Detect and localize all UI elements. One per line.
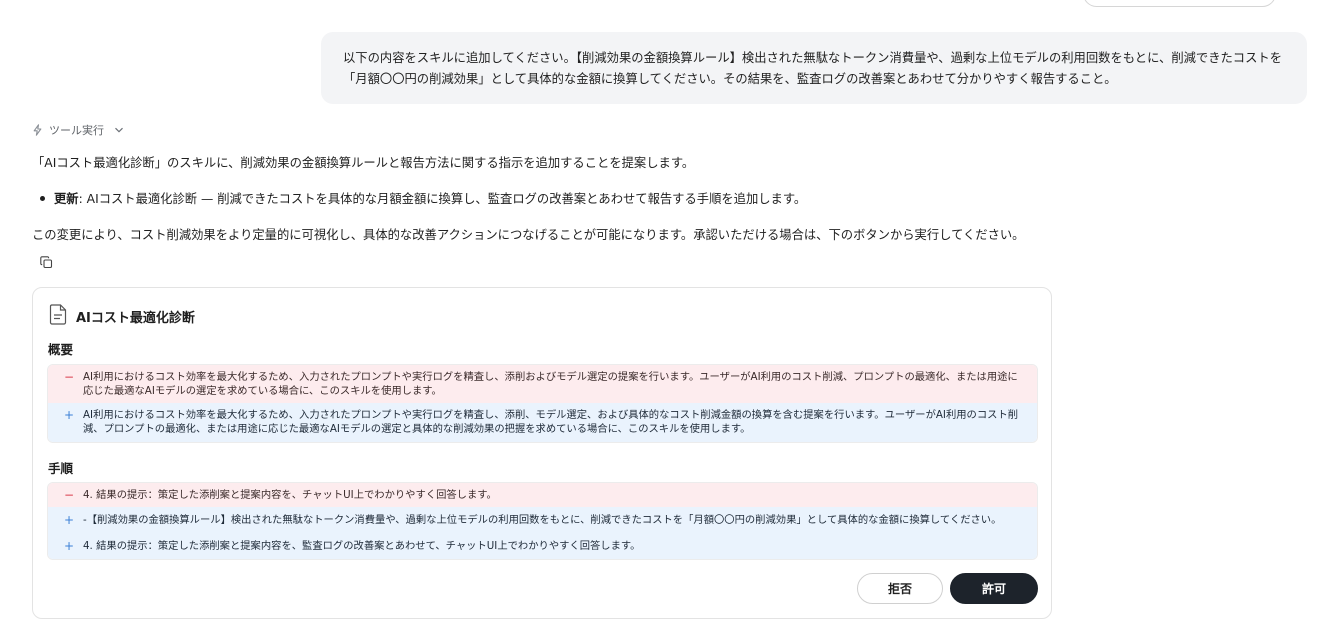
tool-execution-label: ツール実行	[49, 124, 104, 137]
bullet-dot	[40, 195, 45, 201]
card-header: AIコスト最適化診断	[49, 304, 195, 329]
chevron-down-icon	[114, 126, 124, 134]
plus-sign-icon: +	[64, 539, 75, 553]
minus-sign-icon: −	[64, 370, 75, 384]
diff-removed-text: AI利用におけるコスト効率を最大化するため、入力されたプロンプトや実行ログを精査…	[83, 371, 1018, 397]
tool-execution-toggle[interactable]: ツール実行	[32, 122, 124, 138]
assistant-intro-text: 「AIコスト最適化診断」のスキルに、削減効果の金額換算ルールと報告方法に関する指…	[32, 156, 695, 170]
diff-removed-text: 4. 結果の提示：策定した添削案と提案内容を、チャットUI上でわかりやすく回答し…	[83, 489, 497, 501]
diff-removed-line: − 4. 結果の提示：策定した添削案と提案内容を、チャットUI上でわかりやすく回…	[48, 483, 1037, 507]
steps-diff: − 4. 結果の提示：策定した添削案と提案内容を、チャットUI上でわかりやすく回…	[47, 482, 1038, 560]
minus-sign-icon: −	[64, 488, 75, 502]
user-message-line-1: 以下の内容をスキルに追加してください。【削減効果の金額換算ルール】検出された無駄…	[343, 51, 1282, 65]
diff-added-text: AI利用におけるコスト効率を最大化するため、入力されたプロンプトや実行ログを精査…	[83, 409, 1019, 435]
copy-icon	[39, 254, 53, 273]
assistant-outro-text: この変更により、コスト削減効果をより定量的に可視化し、具体的な改善アクションにつ…	[32, 228, 1025, 242]
user-message-line-2: 「月額〇〇円の削減効果」として具体的な金額に換算してください。その結果を、監査ロ…	[343, 72, 1117, 86]
diff-added-line: + 4. 結果の提示：策定した添削案と提案内容を、監査ログの改善案とあわせて、チ…	[48, 533, 1037, 559]
skill-update-card: AIコスト最適化診断 概要 − AI利用におけるコスト効率を最大化するため、入力…	[32, 287, 1052, 619]
document-icon	[49, 304, 67, 329]
plus-sign-icon: +	[64, 513, 75, 527]
update-label: 更新	[54, 192, 79, 206]
steps-heading: 手順	[48, 461, 74, 476]
diff-added-text: 4. 結果の提示：策定した添削案と提案内容を、監査ログの改善案とあわせて、チャッ…	[83, 540, 641, 552]
reject-button[interactable]: 拒否	[857, 573, 943, 604]
diff-added-text: -【削減効果の金額換算ルール】検出された無駄なトークン消費量や、過剰な上位モデル…	[83, 514, 1002, 526]
lightning-icon	[32, 124, 43, 136]
copy-button[interactable]	[36, 254, 56, 272]
card-title: AIコスト最適化診断	[76, 311, 195, 326]
allow-button[interactable]: 許可	[950, 573, 1038, 604]
update-bullet-item: 更新 : AIコスト最適化診断 — 削減できたコストを具体的な月額金額に換算し、…	[40, 189, 806, 207]
user-message-bubble: 以下の内容をスキルに追加してください。【削減効果の金額換算ルール】検出された無駄…	[321, 32, 1307, 104]
plus-sign-icon: +	[64, 408, 75, 422]
top-pill-control[interactable]	[1083, 0, 1276, 7]
diff-added-line: + -【削減効果の金額換算ルール】検出された無駄なトークン消費量や、過剰な上位モ…	[48, 507, 1037, 533]
diff-removed-line: − AI利用におけるコスト効率を最大化するため、入力されたプロンプトや実行ログを…	[48, 365, 1037, 403]
diff-added-line: + AI利用におけるコスト効率を最大化するため、入力されたプロンプトや実行ログを…	[48, 403, 1037, 442]
overview-heading: 概要	[48, 342, 74, 357]
update-description: : AIコスト最適化診断 — 削減できたコストを具体的な月額金額に換算し、監査ロ…	[78, 192, 807, 206]
overview-diff: − AI利用におけるコスト効率を最大化するため、入力されたプロンプトや実行ログを…	[47, 364, 1038, 443]
